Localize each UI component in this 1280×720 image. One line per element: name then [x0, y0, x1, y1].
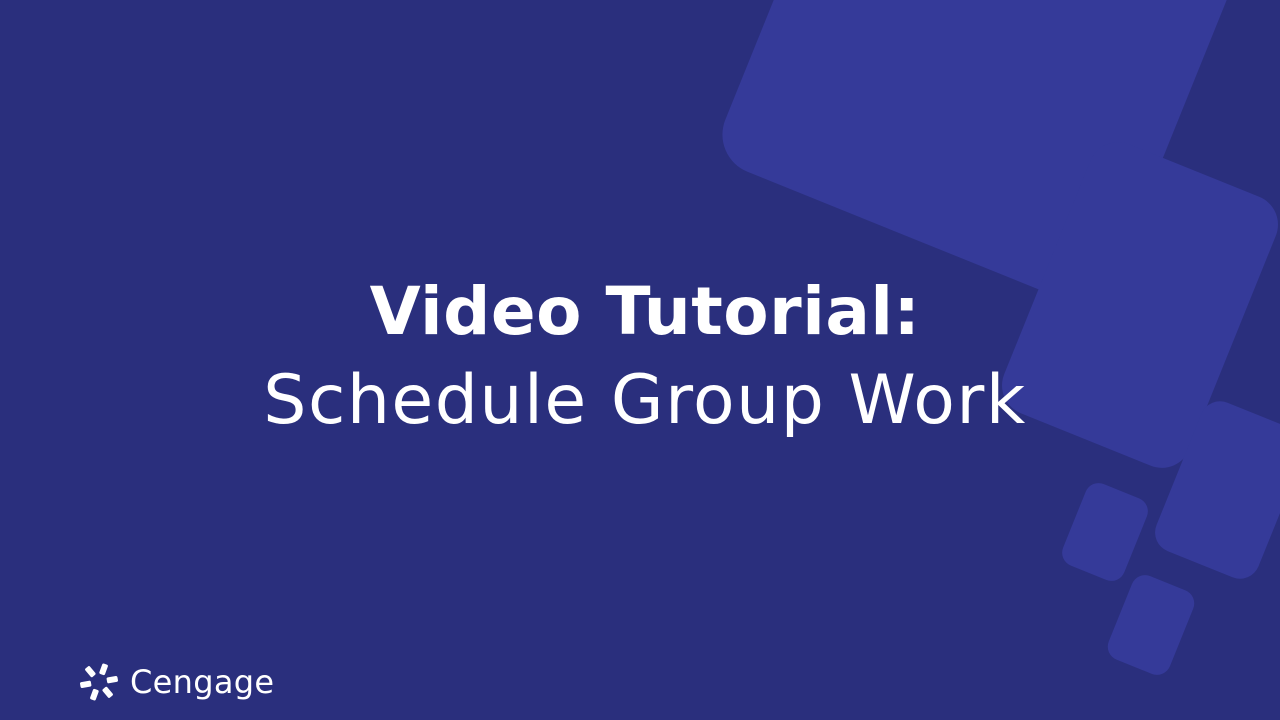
brand-name: Cengage	[130, 663, 275, 701]
decorative-shape-bottom	[1103, 570, 1199, 680]
title-heading: Video Tutorial:	[369, 273, 921, 350]
brand-logo: Cengage	[78, 660, 274, 704]
video-title-slide: Video Tutorial: Schedule Group Work Ceng…	[0, 0, 1280, 720]
cengage-logo-icon	[80, 663, 118, 701]
slide-title: Video Tutorial: Schedule Group Work	[0, 272, 1280, 442]
title-subheading: Schedule Group Work	[263, 361, 1027, 440]
decorative-shape-small	[1057, 478, 1153, 586]
